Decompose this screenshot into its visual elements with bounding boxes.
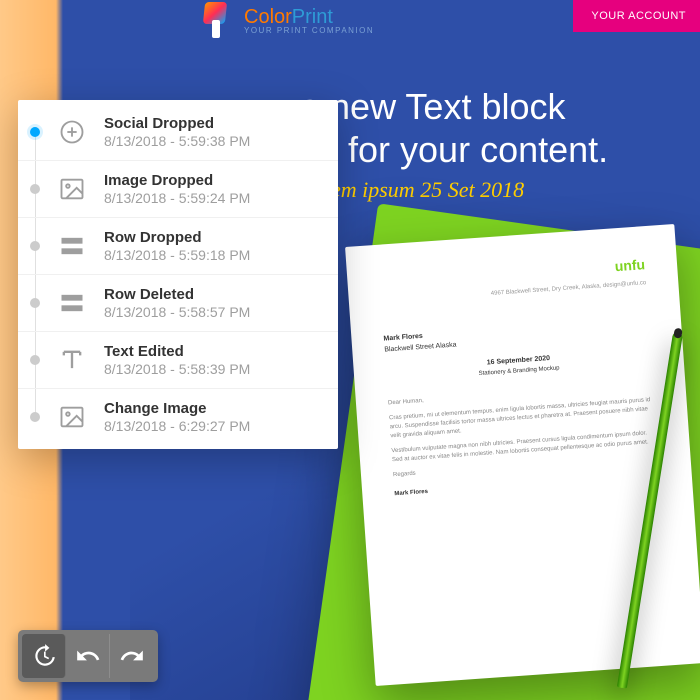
row-icon — [54, 228, 90, 264]
history-item-timestamp: 8/13/2018 - 6:29:27 PM — [104, 418, 322, 434]
history-item[interactable]: Change Image 8/13/2018 - 6:29:27 PM — [18, 389, 338, 445]
brand-logo-block: ColorPrint YOUR PRINT COMPANION — [200, 2, 374, 40]
letter-mockup: unfu 4967 Blackwell Street, Dry Creek, A… — [345, 224, 700, 686]
history-item-title: Change Image — [104, 400, 322, 417]
undo-button[interactable] — [66, 634, 110, 678]
your-account-button[interactable]: YOUR ACCOUNT — [573, 0, 700, 32]
history-item-timestamp: 8/13/2018 - 5:59:38 PM — [104, 133, 322, 149]
redo-icon — [119, 643, 145, 669]
hero-subtitle: Lorem ipsum 25 Set 2018 — [300, 177, 680, 203]
history-item-timestamp: 8/13/2018 - 5:58:57 PM — [104, 304, 322, 320]
brand-name: ColorPrint — [244, 7, 374, 27]
history-item-title: Row Dropped — [104, 229, 322, 246]
hero-text-block[interactable]: a new Text block dy for your content. Lo… — [300, 85, 680, 203]
history-item[interactable]: Text Edited 8/13/2018 - 5:58:39 PM — [18, 332, 338, 389]
redo-button[interactable] — [110, 634, 154, 678]
row-icon — [54, 285, 90, 321]
history-item[interactable]: Row Deleted 8/13/2018 - 5:58:57 PM — [18, 275, 338, 332]
timeline-dot — [30, 298, 40, 308]
history-item[interactable]: Image Dropped 8/13/2018 - 5:59:24 PM — [18, 161, 338, 218]
timeline-dot — [30, 127, 40, 137]
history-item-title: Text Edited — [104, 343, 322, 360]
text-icon — [54, 342, 90, 378]
timeline-dot — [30, 355, 40, 365]
image-icon — [54, 171, 90, 207]
history-button[interactable] — [22, 634, 66, 678]
history-item-timestamp: 8/13/2018 - 5:59:24 PM — [104, 190, 322, 206]
history-item[interactable]: Row Dropped 8/13/2018 - 5:59:18 PM — [18, 218, 338, 275]
history-item-title: Row Deleted — [104, 286, 322, 303]
history-item[interactable]: Social Dropped 8/13/2018 - 5:59:38 PM — [18, 104, 338, 161]
paper-body: Dear Human, Cras pretium, mi ut elementu… — [388, 380, 660, 498]
history-item-title: Social Dropped — [104, 115, 322, 132]
timeline-dot — [30, 184, 40, 194]
history-item-title: Image Dropped — [104, 172, 322, 189]
history-item-timestamp: 8/13/2018 - 5:59:18 PM — [104, 247, 322, 263]
image-icon — [54, 399, 90, 435]
hero-line-2: dy for your content. — [300, 128, 680, 171]
hero-line-1: a new Text block — [300, 85, 680, 128]
undo-icon — [75, 643, 101, 669]
editor-toolbar — [18, 630, 158, 682]
brand-tagline: YOUR PRINT COMPANION — [244, 27, 374, 35]
history-icon — [31, 643, 57, 669]
timeline-dot — [30, 412, 40, 422]
brand-mark-icon — [200, 2, 234, 40]
plus-circle-icon — [54, 114, 90, 150]
timeline-dot — [30, 241, 40, 251]
history-panel: Social Dropped 8/13/2018 - 5:59:38 PM Im… — [18, 100, 338, 449]
history-item-timestamp: 8/13/2018 - 5:58:39 PM — [104, 361, 322, 377]
